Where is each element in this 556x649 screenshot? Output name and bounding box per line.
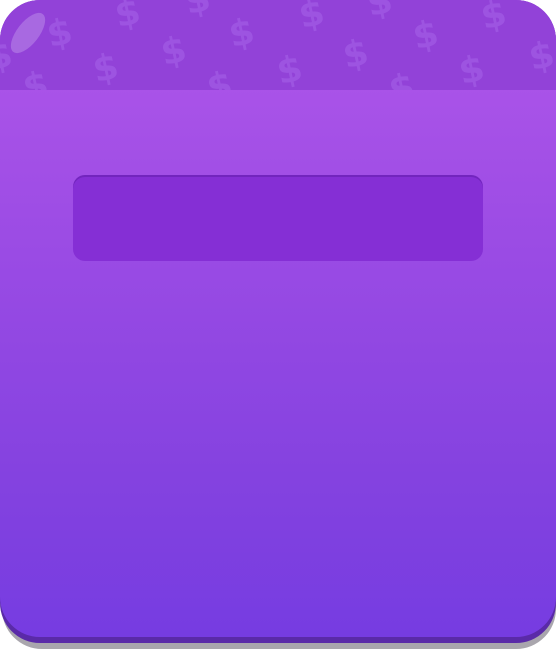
dollar-sign-icon: $ <box>225 11 258 56</box>
dollar-sign-icon: $ <box>111 0 144 36</box>
dollar-sign-icon: $ <box>181 0 214 23</box>
dollar-sign-icon: $ <box>477 0 510 38</box>
dollar-sign-icon: $ <box>455 48 488 90</box>
label-slot <box>73 175 483 261</box>
dollar-sign-icon: $ <box>19 64 52 90</box>
dollar-sign-icon: $ <box>409 13 442 58</box>
dollar-sign-icon: $ <box>157 29 190 74</box>
dollar-sign-pattern: $ $ $$ $ $$ $$$ $ $ $ $$ $ $$ <box>0 0 556 90</box>
dollar-sign-icon: $ <box>339 32 372 77</box>
dollar-sign-icon: $ <box>385 66 418 90</box>
card-header-band: $ $ $ $ $ $ $ $ $ $ $ $ $ $ $ $ $ $ <box>0 0 556 90</box>
dollar-sign-icon: $ <box>89 46 122 90</box>
dollar-sign-icon: $ <box>203 64 236 90</box>
dollar-sign-icon: $ <box>525 34 556 79</box>
dollar-sign-icon: $ <box>273 48 306 90</box>
dollar-sign-icon: $ <box>295 0 328 37</box>
reward-card-panel: $ $ $ $ $ $ $ $ $ $ $ $ $ $ $ $ $ $ <box>0 0 556 637</box>
dollar-sign-icon: $ <box>363 0 396 25</box>
shine-highlight <box>10 12 46 54</box>
